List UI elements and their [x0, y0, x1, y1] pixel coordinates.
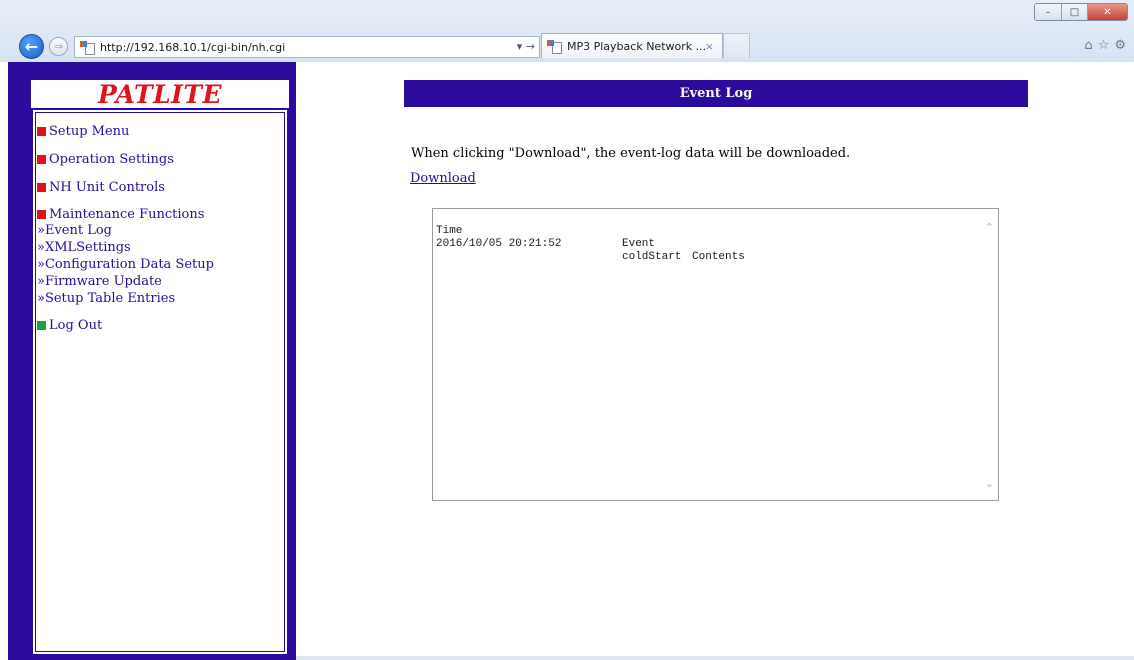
menu-setup-label: Setup Menu	[49, 124, 130, 139]
green-square-icon	[37, 321, 46, 330]
menu-operation-settings-label: Operation Settings	[49, 152, 174, 167]
submenu-xml-settings[interactable]: »XMLSettings	[37, 240, 131, 255]
submenu-setup-table-entries[interactable]: »Setup Table Entries	[37, 291, 175, 306]
red-square-icon	[37, 127, 46, 136]
arrow-left-icon: ←	[24, 37, 39, 56]
url-text: http://192.168.10.1/cgi-bin/nh.cgi	[100, 40, 286, 54]
tab-title: MP3 Playback Network ...	[567, 39, 707, 53]
back-button[interactable]: ←	[19, 34, 44, 59]
page-icon	[80, 40, 95, 55]
log-row-event: coldStart	[622, 251, 682, 263]
maximize-button[interactable]: □	[1061, 4, 1087, 20]
minimize-button[interactable]: –	[1035, 4, 1061, 20]
go-button[interactable]: ▾ →	[517, 40, 535, 53]
download-description: When clicking "Download", the event-log …	[411, 146, 851, 161]
menu-setup[interactable]: Setup Menu	[37, 124, 129, 139]
menu-panel: Setup Menu Operation Settings NH Unit Co…	[31, 108, 289, 656]
menu-log-out-label: Log Out	[49, 318, 103, 333]
scroll-down-icon[interactable]: ⌄	[985, 477, 994, 490]
window-controls: – □ ✕	[1034, 3, 1128, 21]
brand-logo: PATLITE	[31, 80, 289, 109]
submenu-configuration-data-setup[interactable]: »Configuration Data Setup	[37, 257, 214, 272]
submenu-firmware-update[interactable]: »Firmware Update	[37, 274, 162, 289]
menu-log-out[interactable]: Log Out	[37, 318, 102, 333]
tab-page-icon	[547, 39, 562, 54]
browser-chrome: – □ ✕ ← ⇒ http://192.168.10.1/cgi-bin/nh…	[0, 0, 1134, 62]
menu-maintenance-functions[interactable]: Maintenance Functions	[37, 207, 204, 222]
toolbar-icons: ⌂ ☆ ⚙	[1084, 38, 1126, 53]
arrow-right-icon: ⇒	[53, 40, 64, 53]
sidebar: PATLITE Setup Menu Operation Settings NH…	[8, 62, 296, 660]
submenu-event-log[interactable]: »Event Log	[37, 223, 112, 238]
address-bar[interactable]: http://192.168.10.1/cgi-bin/nh.cgi ▾ →	[74, 36, 540, 58]
menu-nh-unit-controls-label: NH Unit Controls	[49, 180, 165, 195]
page-title: Event Log	[404, 80, 1028, 107]
tab-close-icon[interactable]: ×	[705, 40, 714, 53]
red-square-icon	[37, 183, 46, 192]
event-log-textarea[interactable]: Time Event Contents 2016/10/05 20:21:52 …	[432, 208, 999, 501]
status-strip	[296, 656, 1134, 660]
menu-nh-unit-controls[interactable]: NH Unit Controls	[37, 180, 165, 195]
menu-maintenance-functions-label: Maintenance Functions	[49, 207, 205, 222]
favorites-star-icon[interactable]: ☆	[1098, 38, 1110, 53]
red-square-icon	[37, 155, 46, 164]
log-row-time: 2016/10/05 20:21:52	[436, 238, 562, 250]
new-tab-button[interactable]	[723, 33, 750, 58]
scroll-up-icon[interactable]: ⌃	[985, 221, 994, 234]
log-row: 2016/10/05 20:21:52 coldStart	[436, 225, 681, 290]
menu-operation-settings[interactable]: Operation Settings	[37, 152, 174, 167]
log-header-contents: Contents	[692, 251, 745, 263]
forward-button[interactable]: ⇒	[49, 37, 68, 56]
download-link[interactable]: Download	[410, 171, 476, 186]
home-icon[interactable]: ⌂	[1084, 38, 1092, 53]
close-window-button[interactable]: ✕	[1087, 4, 1127, 20]
tab-active[interactable]: MP3 Playback Network ... ×	[541, 33, 723, 58]
settings-gear-icon[interactable]: ⚙	[1114, 38, 1126, 53]
red-square-icon	[37, 210, 46, 219]
log-header-event: Event	[622, 238, 656, 250]
